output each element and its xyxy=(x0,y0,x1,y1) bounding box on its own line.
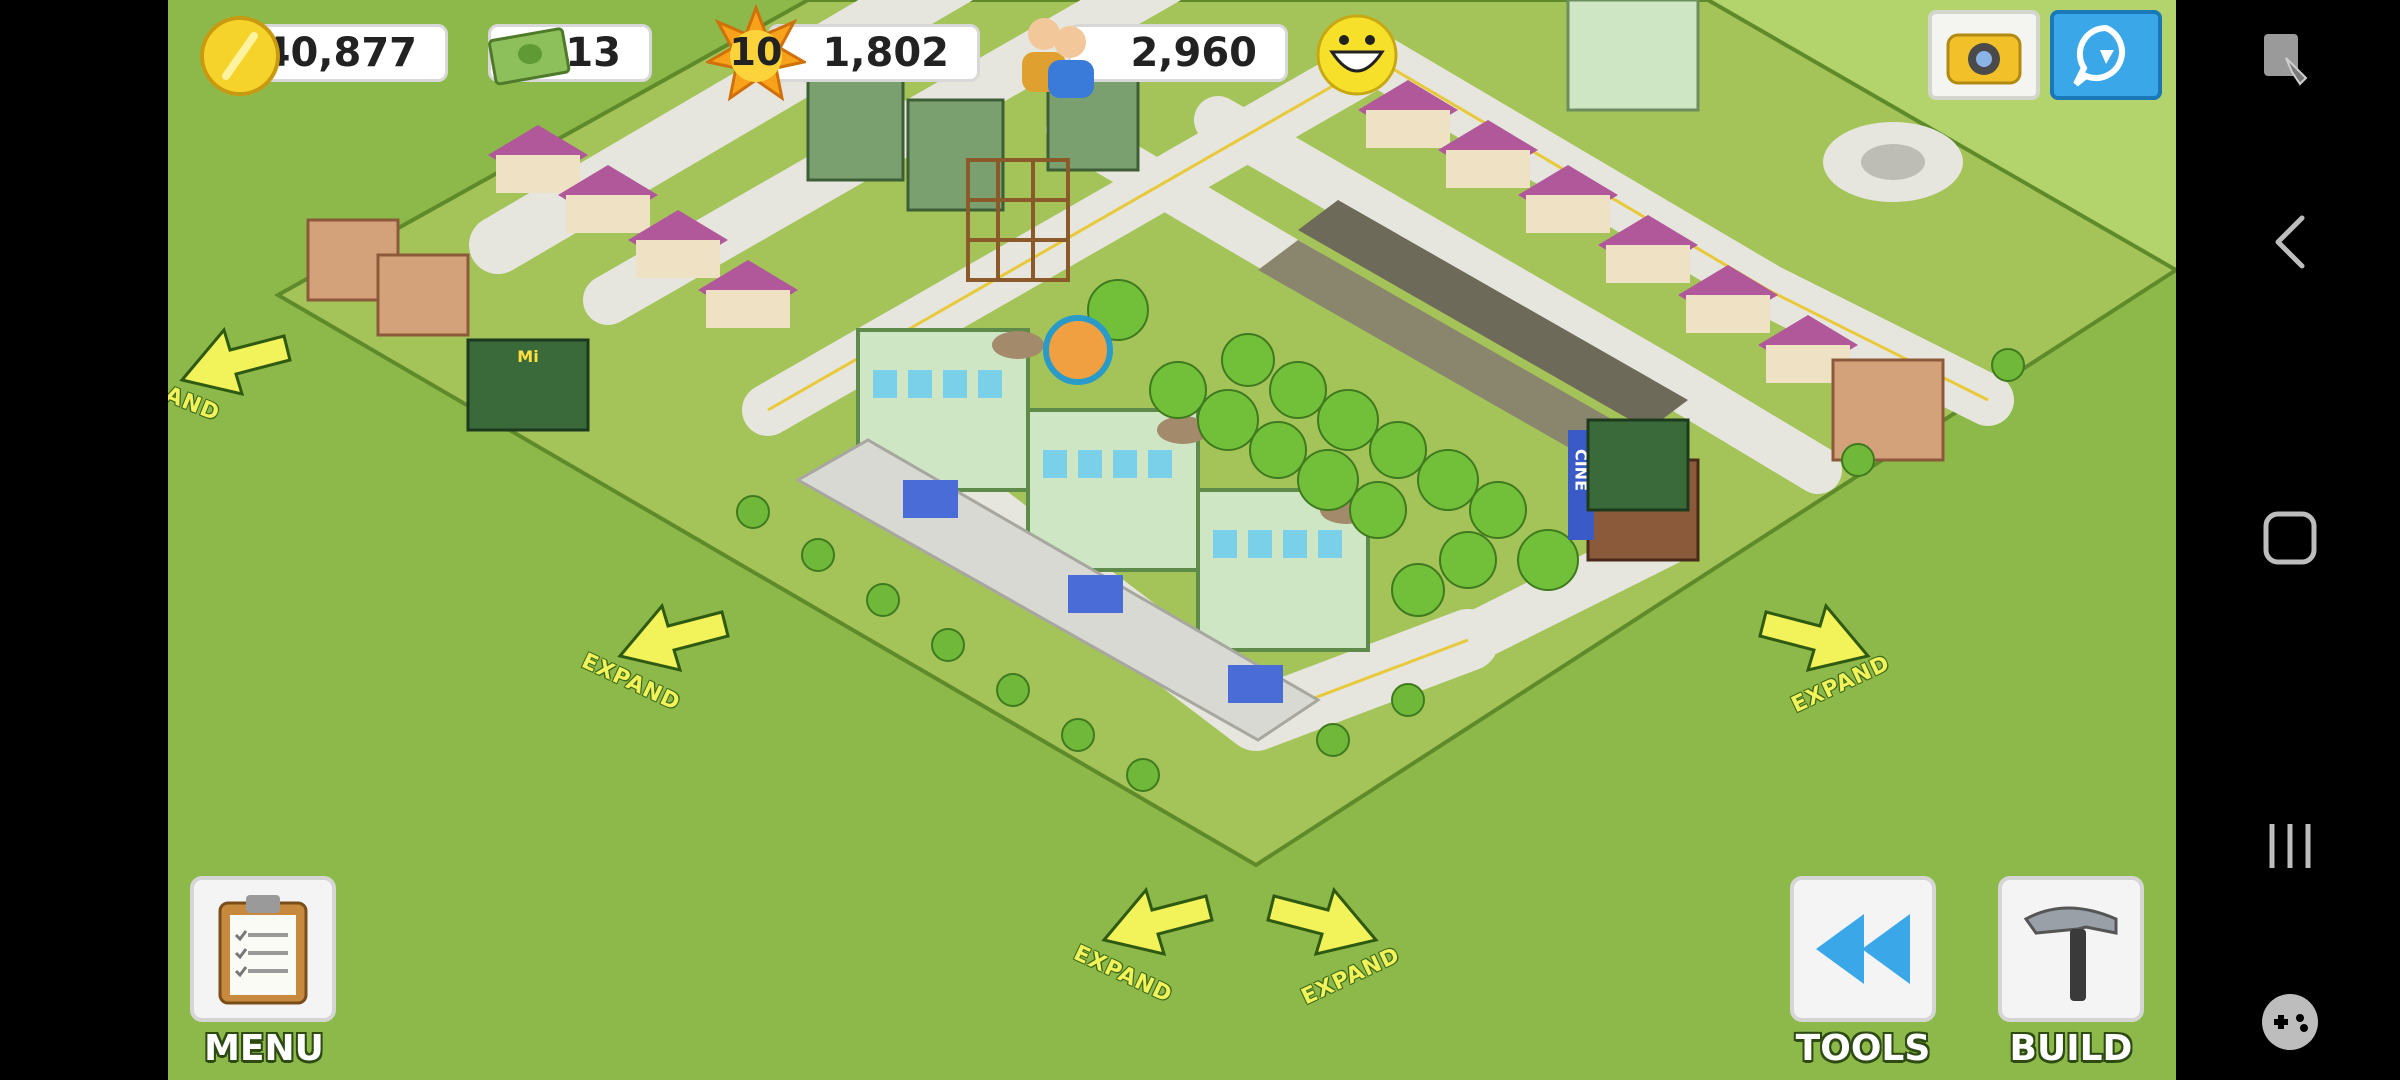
build-button[interactable] xyxy=(1998,876,2144,1022)
expand-southeast-button[interactable]: EXPAND xyxy=(1748,590,1908,718)
menu-label[interactable]: MENU xyxy=(168,1028,364,1069)
game-viewport[interactable]: CINE Mi 40,877 13 1,802 10 2,960 AND EXP… xyxy=(168,0,2176,1080)
hammer-icon xyxy=(2023,906,2118,1001)
arrow-left-down-icon xyxy=(617,602,730,673)
arrow-left-down-icon xyxy=(179,326,292,397)
shop-sign: Mi xyxy=(517,347,538,366)
smiley-icon[interactable] xyxy=(1314,12,1400,98)
level-value: 10 xyxy=(729,30,783,74)
population-icon xyxy=(1022,18,1094,98)
tools-label[interactable]: TOOLS xyxy=(1763,1028,1963,1069)
android-nav-bar xyxy=(2176,0,2400,1080)
left-letterbox xyxy=(0,0,168,1080)
build-label[interactable]: BUILD xyxy=(1971,1028,2171,1069)
arrow-right-down-icon xyxy=(1266,886,1379,957)
camera-button[interactable] xyxy=(1928,10,2040,100)
clipboard-icon xyxy=(218,895,308,1005)
roundabout xyxy=(1823,122,1963,202)
coin-icon xyxy=(200,16,280,96)
share-icon xyxy=(2073,24,2125,87)
carousel xyxy=(1043,315,1113,385)
menu-button[interactable] xyxy=(190,876,336,1022)
population-value: 2,960 xyxy=(1130,30,1257,76)
expand-southwest-button[interactable]: EXPAND xyxy=(578,590,746,716)
xp-value: 1,802 xyxy=(822,30,949,76)
expand-south-left-button[interactable]: EXPAND xyxy=(1070,872,1232,1008)
camera-icon xyxy=(1946,33,2022,85)
expand-south-right-button[interactable]: EXPAND xyxy=(1266,872,1428,1010)
expand-west-button[interactable]: AND xyxy=(168,310,324,427)
cash-icon xyxy=(488,27,571,86)
recents-icon[interactable] xyxy=(2262,818,2318,874)
back-icon[interactable] xyxy=(2268,210,2312,274)
rewind-icon xyxy=(1816,914,1910,984)
home-icon[interactable] xyxy=(2262,510,2318,566)
arrow-left-down-icon xyxy=(1101,886,1214,957)
screen-edit-icon[interactable] xyxy=(2256,28,2320,92)
coins-value: 40,877 xyxy=(262,30,417,76)
tools-button[interactable] xyxy=(1790,876,1936,1022)
share-button[interactable] xyxy=(2050,10,2162,100)
game-launcher-icon[interactable] xyxy=(2258,990,2322,1054)
